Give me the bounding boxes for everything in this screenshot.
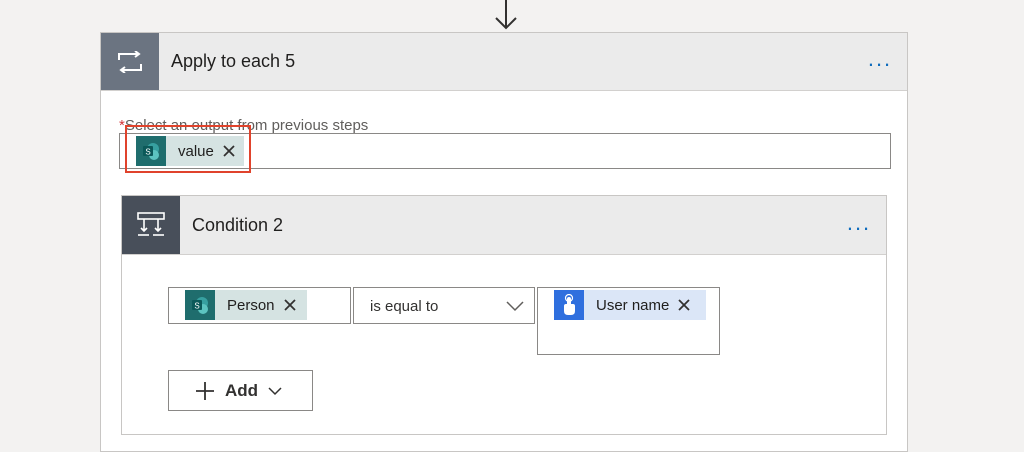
condition-header[interactable]: Condition 2 ... [122,196,886,255]
close-icon[interactable] [677,298,691,312]
arrow-down-icon [495,0,517,30]
condition-card: Condition 2 ... S Person is equal to Use… [121,195,887,435]
person-token-label: Person [227,296,275,314]
user-name-token-label: User name [596,296,670,314]
condition-more-button[interactable]: ... [844,211,874,235]
apply-to-each-more-button[interactable]: ... [865,47,895,71]
operator-dropdown[interactable]: is equal to [353,287,535,324]
highlight-box [125,125,251,173]
loop-icon [118,50,142,73]
user-name-token[interactable]: User name [554,290,706,320]
chevron-down-icon [506,301,524,312]
apply-to-each-card: Apply to each 5 ... *Select an output fr… [100,32,908,452]
loop-icon-box [101,33,159,90]
apply-to-each-header[interactable]: Apply to each 5 ... [101,33,907,91]
touch-icon [554,290,584,320]
close-icon[interactable] [283,298,297,312]
apply-to-each-title: Apply to each 5 [171,51,296,71]
operator-label: is equal to [370,298,439,315]
condition-right-operand[interactable]: User name [537,287,720,355]
add-button-label: Add [225,380,259,400]
add-button[interactable]: Add [168,370,313,411]
person-token[interactable]: S Person [185,290,307,320]
plus-icon [196,381,214,400]
sharepoint-icon: S [185,290,215,320]
svg-text:S: S [194,302,199,311]
condition-left-operand[interactable]: S Person [168,287,351,324]
chevron-down-icon [268,386,282,395]
condition-icon [137,212,165,236]
condition-title: Condition 2 [192,215,284,235]
condition-icon-box [122,196,180,254]
